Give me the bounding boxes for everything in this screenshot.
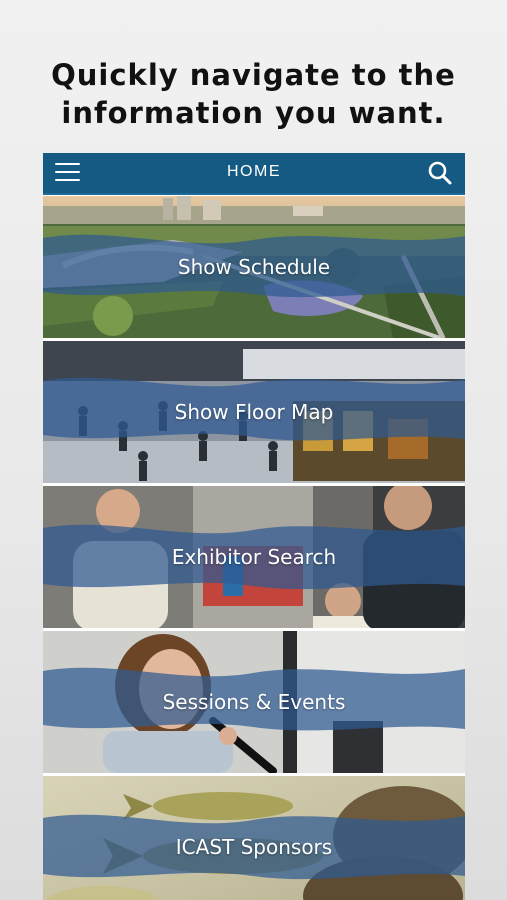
tile-label: Show Schedule [177, 255, 331, 279]
tile-list: Show Schedule Show Floor Map Exhibitor S… [43, 196, 465, 900]
promo-line-2: information you want. [61, 96, 446, 130]
tile-label: ICAST Sponsors [175, 835, 333, 859]
tile-label: Sessions & Events [162, 690, 346, 714]
tile-label: Show Floor Map [174, 400, 334, 424]
tile-label: Exhibitor Search [171, 545, 337, 569]
tile-show-floor-map[interactable]: Show Floor Map [43, 341, 465, 483]
tile-sessions-events[interactable]: Sessions & Events [43, 631, 465, 773]
promo-line-1: Quickly navigate to the [51, 58, 456, 92]
search-icon[interactable] [427, 160, 453, 186]
promo-headline: Quickly navigate to the information you … [0, 56, 507, 132]
tile-icast-sponsors[interactable]: ICAST Sponsors [43, 776, 465, 900]
header-title: HOME [227, 163, 281, 180]
app-header: HOME [43, 153, 465, 195]
app-screen: HOME Show Schedule Show Floor Map Exhibi… [43, 153, 465, 900]
tile-show-schedule[interactable]: Show Schedule [43, 196, 465, 338]
tile-exhibitor-search[interactable]: Exhibitor Search [43, 486, 465, 628]
